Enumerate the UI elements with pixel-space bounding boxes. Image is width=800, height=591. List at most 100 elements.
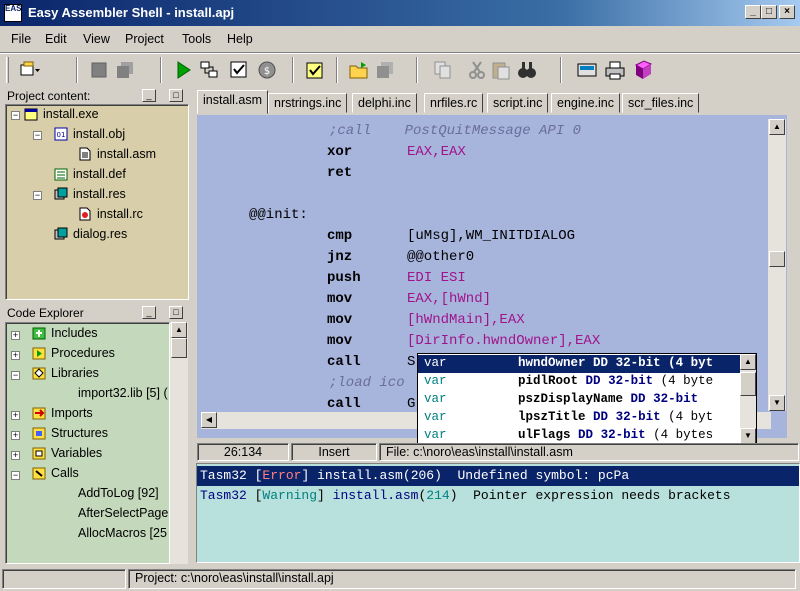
svg-text:01: 01 <box>57 131 66 139</box>
tab-scr-files-inc[interactable]: scr_files.inc <box>622 93 700 113</box>
scroll-thumb[interactable] <box>171 338 187 358</box>
menu-view[interactable]: View <box>83 32 110 46</box>
collapse-toggle[interactable]: − <box>33 131 42 140</box>
explorer-node-addtolog[interactable]: AddToLog [92] <box>78 486 159 505</box>
tab-script-inc[interactable]: script.inc <box>487 93 549 113</box>
explorer-node-afterselectpage[interactable]: AfterSelectPage <box>78 506 168 525</box>
menu-project[interactable]: Project <box>125 32 164 46</box>
explorer-node-procedures[interactable]: Procedures <box>32 346 115 365</box>
explorer-node-allocmacros[interactable]: AllocMacros [25 <box>78 526 167 545</box>
app-icon[interactable]: EAS <box>4 4 22 22</box>
menu-file[interactable]: File <box>11 32 31 46</box>
scroll-up-button[interactable]: ▲ <box>769 119 785 135</box>
expand-toggle[interactable]: + <box>11 331 20 340</box>
expand-toggle[interactable]: + <box>11 451 20 460</box>
message-output-panel[interactable]: Tasm32 [Error] install.asm(206) Undefine… <box>196 463 800 563</box>
menu-help[interactable]: Help <box>227 32 253 46</box>
tab-delphi-inc[interactable]: delphi.inc <box>352 93 417 113</box>
code-explorer-minimize[interactable]: _ <box>142 306 156 319</box>
paste-icon[interactable] <box>490 59 512 81</box>
project-panel-minimize[interactable]: _ <box>142 89 156 102</box>
expand-toggle[interactable]: + <box>11 411 20 420</box>
expand-toggle[interactable]: + <box>11 431 20 440</box>
tree-node-install-obj[interactable]: 01 install.obj <box>54 127 125 146</box>
calls-icon <box>32 466 46 480</box>
scroll-down-button[interactable]: ▼ <box>769 395 785 411</box>
collapse-toggle[interactable]: − <box>11 111 20 120</box>
explorer-node-libraries[interactable]: Libraries <box>32 366 99 385</box>
code-explorer-maximize[interactable]: □ <box>169 306 183 319</box>
tab-install-asm[interactable]: install.asm <box>197 90 269 114</box>
message-line[interactable]: Tasm32 [Warning] install.asm(214) Pointe… <box>197 486 799 506</box>
autocomplete-item[interactable]: var hwndOwner DD 32-bit (4 byt <box>418 355 740 373</box>
variables-icon <box>32 446 46 460</box>
copy-icon[interactable] <box>432 59 454 81</box>
menu-tools[interactable]: Tools <box>182 32 211 46</box>
tab-engine-inc[interactable]: engine.inc <box>551 93 620 113</box>
scroll-up-button[interactable]: ▲ <box>171 322 187 338</box>
explorer-node-import32-lib[interactable]: import32.lib [5] ( <box>78 386 168 405</box>
minimize-button[interactable]: _ <box>745 5 761 19</box>
collapse-toggle[interactable]: − <box>11 471 20 480</box>
explorer-node-imports[interactable]: Imports <box>32 406 93 425</box>
print-icon[interactable] <box>604 59 626 81</box>
toolbar-grip[interactable] <box>6 57 9 83</box>
explorer-node-includes[interactable]: Includes <box>32 326 98 345</box>
scroll-thumb[interactable] <box>769 251 785 267</box>
maximize-button[interactable]: □ <box>761 5 777 19</box>
find-icon[interactable] <box>516 59 538 81</box>
build-icon[interactable] <box>198 59 220 81</box>
scroll-thumb[interactable] <box>740 372 756 396</box>
tree-node-install-def[interactable]: install.def <box>54 167 126 186</box>
file-path: File: c:\noro\eas\install\install.asm <box>379 443 799 461</box>
explorer-node-structures[interactable]: Structures <box>32 426 108 445</box>
asm-file-icon <box>78 147 92 161</box>
tab-nrfiles-rc[interactable]: nrfiles.rc <box>424 93 484 113</box>
explorer-node-variables[interactable]: Variables <box>32 446 102 465</box>
collapse-toggle[interactable]: − <box>33 191 42 200</box>
code-explorer-scrollbar[interactable]: ▲ <box>170 322 188 564</box>
tree-node-install-rc[interactable]: install.rc <box>78 207 143 226</box>
help-book-icon[interactable] <box>632 59 654 81</box>
screen-icon[interactable] <box>576 59 598 81</box>
project-tree[interactable]: − install.exe − 01 install.obj install.as… <box>5 104 189 300</box>
tree-node-install-res[interactable]: install.res <box>54 187 126 206</box>
cut-icon[interactable] <box>466 59 488 81</box>
exe-icon <box>24 107 38 121</box>
explorer-node-calls[interactable]: Calls <box>32 466 79 485</box>
options-icon[interactable]: $ <box>256 59 278 81</box>
message-line[interactable]: Tasm32 [Error] install.asm(206) Undefine… <box>197 466 799 486</box>
editor-vertical-scrollbar[interactable]: ▲ ▼ <box>768 119 786 411</box>
tab-nrstrings-inc[interactable]: nrstrings.inc <box>268 93 348 113</box>
def-file-icon <box>54 167 68 181</box>
stop-all-icon[interactable] <box>114 59 136 81</box>
check-icon[interactable] <box>228 59 250 81</box>
project-panel-maximize[interactable]: □ <box>169 89 183 102</box>
project-options-icon[interactable] <box>304 59 326 81</box>
collapse-toggle[interactable]: − <box>11 371 20 380</box>
autocomplete-item[interactable]: var pszDisplayName DD 32-bit <box>418 391 740 409</box>
menu-edit[interactable]: Edit <box>45 32 67 46</box>
close-button[interactable]: × <box>779 5 795 19</box>
expand-toggle[interactable]: + <box>11 351 20 360</box>
open-folder-icon[interactable] <box>348 59 370 81</box>
tree-node-dialog-res[interactable]: dialog.res <box>54 227 127 246</box>
stop-icon[interactable] <box>88 59 110 81</box>
autocomplete-item[interactable]: var pidlRoot DD 32-bit (4 byte <box>418 373 740 391</box>
autocomplete-popup[interactable]: var hwndOwner DD 32-bit (4 byt var pidlR… <box>417 353 757 445</box>
code-explorer-tree[interactable]: + Includes + Procedures − Libraries impo… <box>5 322 170 564</box>
res-file-icon <box>54 187 68 201</box>
scroll-up-button[interactable]: ▲ <box>740 354 756 370</box>
autocomplete-item[interactable]: var lpszTitle DD 32-bit (4 byt <box>418 409 740 427</box>
toolbar-separator <box>76 57 78 83</box>
new-project-dropdown-icon[interactable] <box>18 59 40 81</box>
code-explorer-header: Code Explorer _ □ <box>3 305 189 322</box>
tree-node-install-exe[interactable]: install.exe <box>24 107 99 126</box>
autocomplete-scrollbar[interactable]: ▲ ▼ <box>740 354 756 444</box>
save-icon[interactable] <box>374 59 396 81</box>
rc-file-icon <box>78 207 92 221</box>
code-line: @@init: <box>249 207 308 223</box>
run-icon[interactable] <box>172 59 194 81</box>
tree-node-install-asm[interactable]: install.asm <box>78 147 156 166</box>
scroll-left-button[interactable]: ◀ <box>201 412 217 428</box>
